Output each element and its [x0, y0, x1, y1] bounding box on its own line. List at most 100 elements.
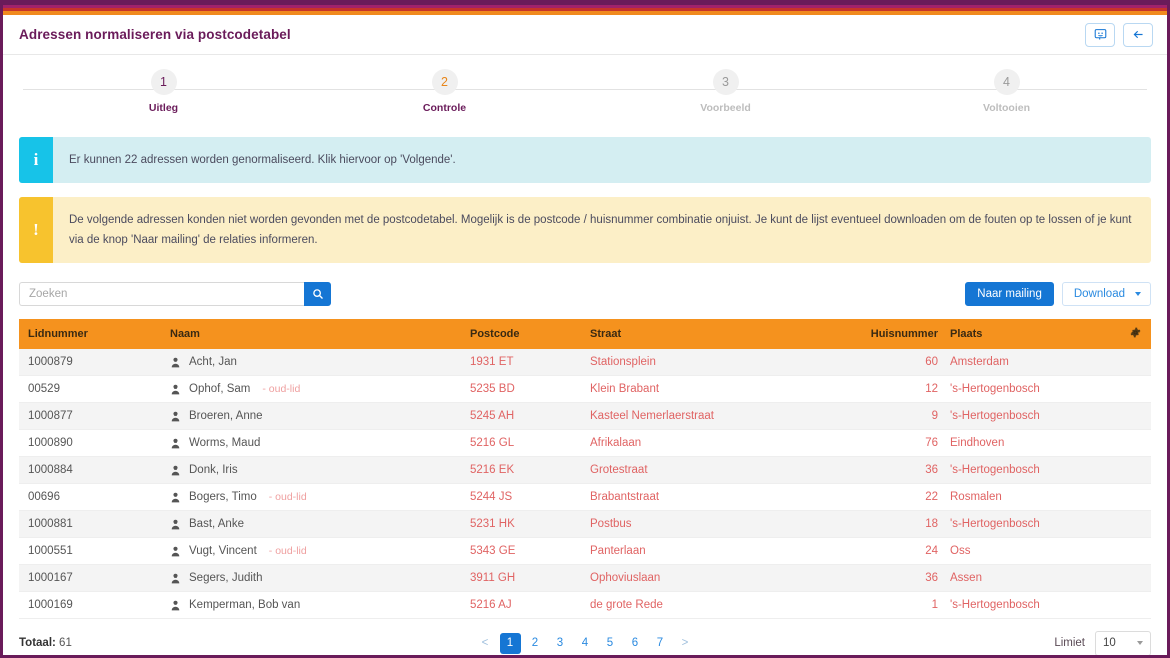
limit-control: Limiet 10 — [851, 630, 1151, 655]
page-title: Adressen normaliseren via postcodetabel — [19, 27, 291, 42]
table-row[interactable]: 00696 Bogers, Timo - oud-lid 5244 JS Bra… — [19, 483, 1151, 512]
cell-huisnummer: 12 — [844, 375, 944, 404]
person-female-icon — [171, 492, 180, 503]
total-value: 61 — [59, 637, 72, 650]
table-row[interactable]: 1000877 Broeren, Anne 5245 AH Kasteel Ne… — [19, 402, 1151, 431]
cell-spacer — [1124, 349, 1151, 377]
pagination-page-5[interactable]: 5 — [600, 633, 621, 654]
step-voltooien[interactable]: 4 Voltooien — [866, 69, 1147, 127]
table-row[interactable]: 1000167 Segers, Judith 3911 GH Ophoviusl… — [19, 564, 1151, 593]
cell-lidnummer: 1000890 — [19, 429, 164, 458]
name-text: Vugt, Vincent — [189, 545, 257, 558]
cell-plaats: 's-Hertogenbosch — [944, 591, 1124, 620]
alerts-region: i Er kunnen 22 adressen worden genormali… — [19, 137, 1151, 264]
cell-straat: Kasteel Nemerlaerstraat — [584, 402, 844, 431]
cell-spacer — [1124, 483, 1151, 512]
table-row[interactable]: 1000884 Donk, Iris 5216 EK Grotestraat 3… — [19, 456, 1151, 485]
search-input[interactable] — [19, 282, 304, 307]
download-button[interactable]: Download — [1061, 282, 1151, 307]
person-male-icon — [171, 465, 180, 476]
cell-spacer — [1124, 564, 1151, 593]
step-voorbeeld[interactable]: 3 Voorbeeld — [585, 69, 866, 127]
cell-naam: Ophof, Sam - oud-lid — [164, 375, 464, 404]
cell-huisnummer: 9 — [844, 402, 944, 431]
total-label: Totaal: — [19, 637, 56, 650]
step-uitleg[interactable]: 1 Uitleg — [23, 69, 304, 127]
cell-naam: Bast, Anke — [164, 510, 464, 539]
oud-lid-badge: - oud-lid — [268, 545, 307, 558]
pagination-page-7[interactable]: 7 — [650, 633, 671, 654]
person-male-icon — [171, 411, 180, 422]
cell-spacer — [1124, 537, 1151, 566]
total-count: Totaal: 61 — [19, 637, 319, 649]
table-toolbar: Naar mailing Download — [19, 277, 1151, 311]
cell-straat: Grotestraat — [584, 456, 844, 485]
cell-postcode: 5343 GE — [464, 537, 584, 566]
step-label: Controle — [422, 102, 467, 114]
name-text: Bast, Anke — [189, 518, 244, 531]
cell-straat: Panterlaan — [584, 537, 844, 566]
table-row[interactable]: 1000169 Kemperman, Bob van 5216 AJ de gr… — [19, 591, 1151, 620]
naar-mailing-button[interactable]: Naar mailing — [965, 282, 1054, 307]
warning-icon: ! — [19, 197, 53, 264]
pagination-page-1[interactable]: 1 — [499, 632, 521, 654]
cell-huisnummer: 18 — [844, 510, 944, 539]
table-row[interactable]: 1000879 Acht, Jan 1931 ET Stationsplein … — [19, 349, 1151, 377]
table-row[interactable]: 1000881 Bast, Anke 5231 HK Postbus 18 's… — [19, 510, 1151, 539]
cell-plaats: Assen — [944, 564, 1124, 593]
step-number: 4 — [993, 69, 1020, 95]
cell-straat: Klein Brabant — [584, 375, 844, 404]
table-row[interactable]: 1000551 Vugt, Vincent - oud-lid 5343 GE … — [19, 537, 1151, 566]
info-icon: i — [19, 137, 53, 184]
name-text: Acht, Jan — [189, 356, 237, 369]
warning-alert-text: De volgende adressen konden niet worden … — [69, 214, 1132, 247]
cell-huisnummer: 1 — [844, 591, 944, 620]
cell-lidnummer: 1000169 — [19, 591, 164, 620]
column-header-huisnummer[interactable]: Huisnummer — [844, 319, 944, 350]
cell-huisnummer: 36 — [844, 456, 944, 485]
cell-straat: Ophoviuslaan — [584, 564, 844, 593]
name-text: Broeren, Anne — [189, 410, 263, 423]
pagination-page-3[interactable]: 3 — [550, 633, 571, 654]
search-button[interactable] — [304, 282, 331, 307]
pagination-prev[interactable]: < — [475, 633, 496, 654]
step-label: Voltooien — [982, 102, 1031, 114]
column-header-plaats[interactable]: Plaats — [944, 319, 1124, 350]
column-header-naam[interactable]: Naam — [164, 319, 464, 350]
cell-plaats: Oss — [944, 537, 1124, 566]
cell-spacer — [1124, 591, 1151, 620]
step-label: Voorbeeld — [700, 102, 751, 114]
pagination-page-4[interactable]: 4 — [575, 633, 596, 654]
cell-straat: Brabantstraat — [584, 483, 844, 512]
cell-huisnummer: 36 — [844, 564, 944, 593]
cell-postcode: 5231 HK — [464, 510, 584, 539]
cell-naam: Donk, Iris — [164, 456, 464, 485]
cell-huisnummer: 60 — [844, 349, 944, 377]
results-table-wrapper: Lidnummer Naam Postcode Straat Huisnumme… — [19, 319, 1151, 620]
name-text: Donk, Iris — [189, 464, 238, 477]
title-actions — [1085, 22, 1153, 47]
table-row[interactable]: 1000890 Worms, Maud 5216 GL Afrikalaan 7… — [19, 429, 1151, 458]
table-row[interactable]: 00529 Ophof, Sam - oud-lid 5235 BD Klein… — [19, 375, 1151, 404]
column-header-postcode[interactable]: Postcode — [464, 319, 584, 350]
cell-straat: Stationsplein — [584, 349, 844, 377]
column-header-straat[interactable]: Straat — [584, 319, 844, 350]
column-header-lidnummer[interactable]: Lidnummer — [19, 319, 164, 350]
pagination-page-6[interactable]: 6 — [625, 633, 646, 654]
cell-straat: de grote Rede — [584, 591, 844, 620]
pagination: < 1 2 3 4 5 6 7 > — [319, 632, 851, 654]
back-button[interactable] — [1123, 22, 1153, 47]
person-male-icon — [171, 384, 180, 395]
pagination-page-2[interactable]: 2 — [525, 633, 546, 654]
chevron-down-icon — [1135, 292, 1141, 297]
cell-postcode: 5245 AH — [464, 402, 584, 431]
step-controle[interactable]: 2 Controle — [304, 69, 585, 127]
oud-lid-badge: - oud-lid — [268, 491, 307, 504]
cell-spacer — [1124, 429, 1151, 458]
pagination-next[interactable]: > — [675, 633, 696, 654]
table-settings-button[interactable] — [1124, 319, 1151, 350]
feedback-button[interactable] — [1085, 22, 1115, 47]
limit-select[interactable]: 10 — [1095, 630, 1151, 655]
cell-huisnummer: 22 — [844, 483, 944, 512]
table-head: Lidnummer Naam Postcode Straat Huisnumme… — [19, 319, 1151, 350]
